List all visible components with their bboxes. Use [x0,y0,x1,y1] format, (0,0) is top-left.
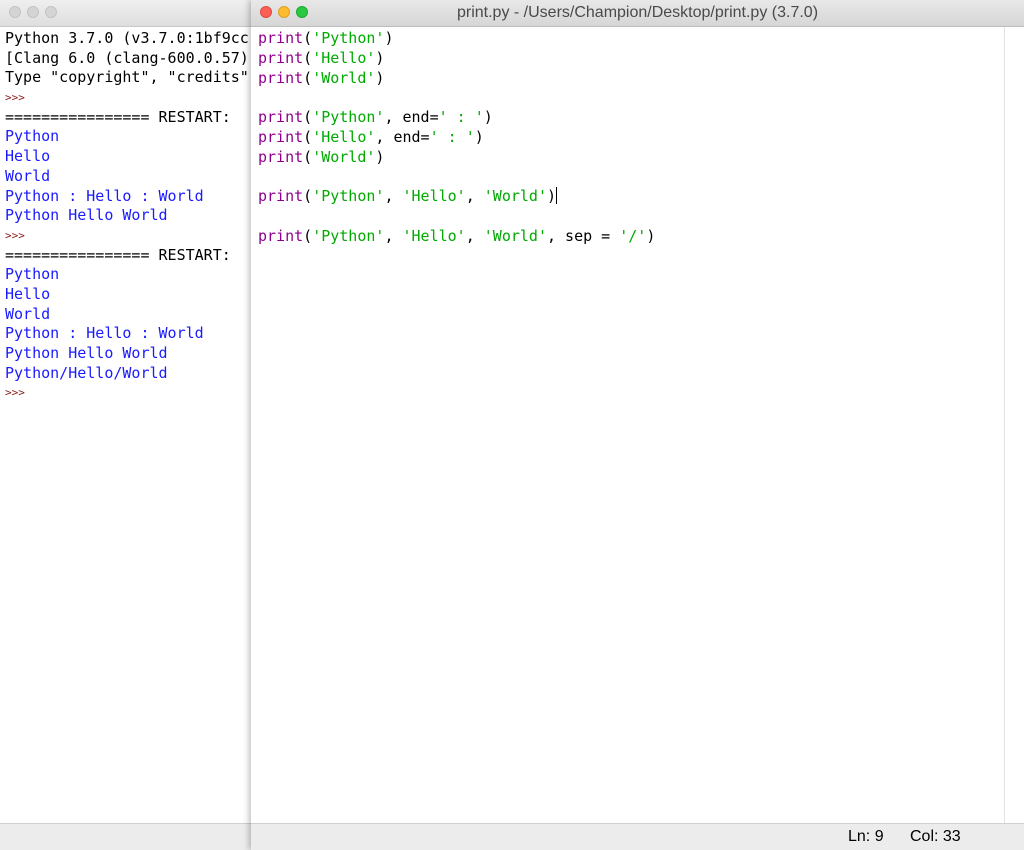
code-line[interactable]: print('Python', 'Hello', 'World') [258,187,655,207]
shell-prompt: >>> [5,386,25,400]
text-cursor [556,187,558,205]
line-number-indicator: Ln: 9 [848,828,884,845]
shell-line: Python : Hello : World [5,186,204,205]
shell-prompt: >>> [5,228,25,242]
shell-prompt: >>> [5,91,25,105]
string-token: 'Hello' [312,127,376,146]
code-editor[interactable]: print('Python') print('Hello') print('Worl… [258,29,655,247]
shell-line: [Clang 6.0 (clang-600.0.57) [5,48,249,67]
column-number-indicator: Col: 33 [910,828,961,845]
builtin-token: print [258,127,304,146]
code-token: ( [303,147,313,166]
shell-line: ================ RESTART: [5,245,231,264]
code-token: ) [547,187,557,206]
string-token: 'Python' [312,29,385,47]
code-line[interactable]: print('Python', 'Hello', 'World', sep = … [258,227,655,247]
code-token: , end= [384,108,439,127]
editor-window[interactable]: print.py - /Users/Champion/Desktop/print… [251,0,1024,850]
code-token: ) [375,48,385,67]
code-token: ) [474,127,484,146]
editor-status-bar: Ln: 9 Col: 33 [251,823,1024,850]
string-token: 'Hello' [402,226,466,245]
code-token: ) [646,226,656,245]
shell-line: World [5,304,51,323]
code-token: , sep = [547,226,620,245]
shell-line: Python [5,127,60,146]
code-token: ( [303,226,313,245]
shell-line: Python Hello World [5,206,168,225]
builtin-token: print [258,147,304,166]
shell-line: Hello [5,284,51,303]
code-token: ) [375,68,385,87]
string-token: 'Python' [312,226,385,245]
builtin-token: print [258,48,304,67]
string-token: '/' [619,226,647,245]
string-token: 'Hello' [312,48,376,67]
code-token: ( [303,108,313,127]
shell-window-controls [9,6,63,25]
code-token: ( [303,187,313,206]
shell-line: Python 3.7.0 (v3.7.0:1bf9cc [5,29,249,47]
shell-line: Python Hello World [5,344,168,362]
string-token: 'World' [312,68,376,87]
code-line[interactable]: print('Hello') [258,49,655,69]
desktop: Python 3.7.0 (v3.7.0:1bf9cc [Clang 6.0 (c… [0,0,1024,850]
code-token: , [465,226,484,245]
builtin-token: print [258,108,304,127]
shell-line: Python [5,265,60,284]
code-token: , [384,226,403,245]
shell-line: World [5,166,51,185]
code-token: ) [384,29,394,47]
string-token: 'World' [312,147,376,166]
shell-zoom-button[interactable] [45,6,57,18]
code-token: ( [303,48,313,67]
code-line[interactable]: print('World') [258,148,655,168]
editor-titlebar[interactable]: print.py - /Users/Champion/Desktop/print… [251,0,1024,27]
builtin-token: print [258,68,304,87]
code-token: ( [303,127,313,146]
code-token: ) [483,108,493,127]
string-token: 'Python' [312,108,385,127]
code-line[interactable]: print('Hello', end=' : ') [258,128,655,148]
shell-titlebar[interactable] [0,0,260,27]
string-token: ' : ' [438,108,484,127]
shell-close-button[interactable] [9,6,21,18]
shell-status-bar [0,823,260,850]
scrollbar-track[interactable] [1004,27,1005,823]
code-line[interactable] [258,207,655,227]
builtin-token: print [258,29,304,47]
string-token: ' : ' [429,127,475,146]
shell-line: Python : Hello : World [5,324,204,343]
code-token: , end= [375,127,430,146]
shell-line: ================ RESTART: [5,107,231,126]
python-shell-window[interactable]: Python 3.7.0 (v3.7.0:1bf9cc [Clang 6.0 (c… [0,0,260,850]
string-token: 'Hello' [402,187,466,206]
string-token: 'Python' [312,187,385,206]
code-token: , [465,187,484,206]
code-line[interactable]: print('World') [258,69,655,89]
shell-line: Type "copyright", "credits" [5,68,249,87]
window-title: print.py - /Users/Champion/Desktop/print… [456,4,819,21]
string-token: 'World' [483,187,547,206]
code-line[interactable] [258,168,655,188]
code-token: ) [375,147,385,166]
code-line[interactable]: print('Python') [258,29,655,49]
string-token: 'World' [483,226,547,245]
code-line[interactable] [258,88,655,108]
shell-line: Python/Hello/World [5,363,168,382]
shell-minimize-button[interactable] [27,6,39,18]
builtin-token: print [258,226,304,245]
builtin-token: print [258,187,304,206]
code-token: ( [303,68,313,87]
code-token: ( [303,29,313,47]
code-line[interactable]: print('Python', end=' : ') [258,108,655,128]
shell-line: Hello [5,147,51,166]
code-token: , [384,187,403,206]
shell-output[interactable]: Python 3.7.0 (v3.7.0:1bf9cc [Clang 6.0 (c… [5,29,249,403]
